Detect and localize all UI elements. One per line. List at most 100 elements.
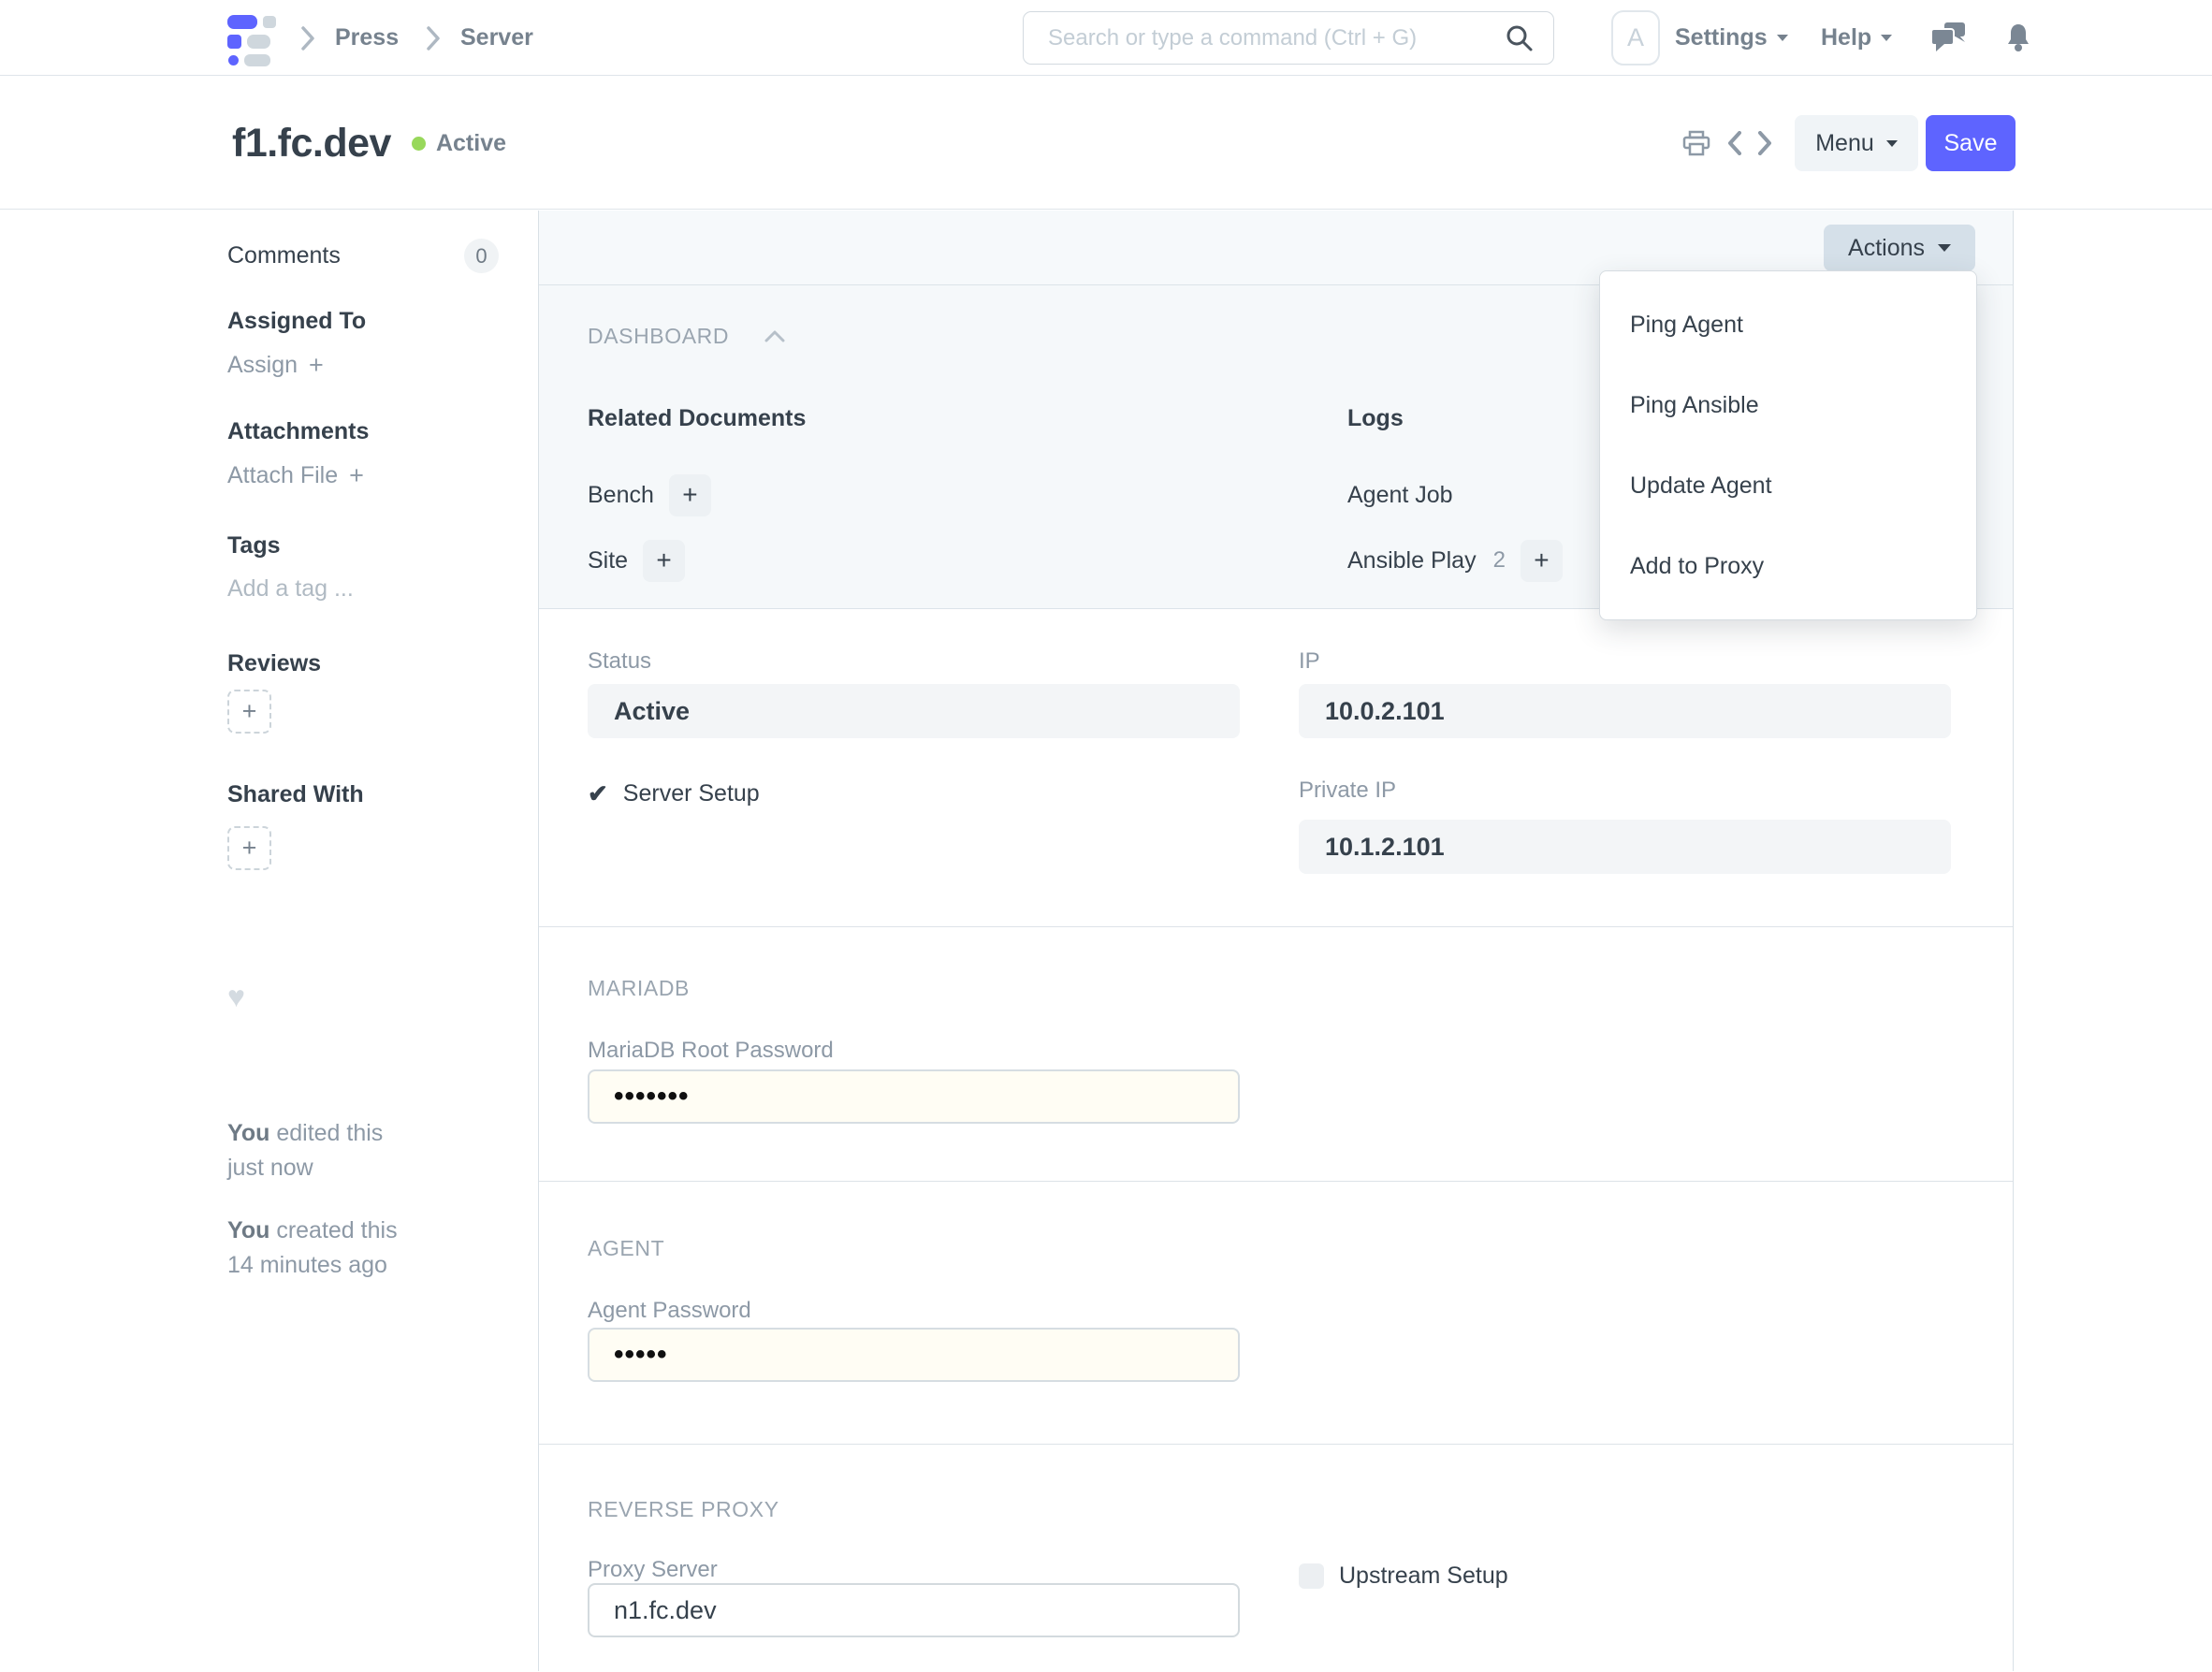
- upstream-setup-label: Upstream Setup: [1339, 1563, 1508, 1590]
- logs-title: Logs: [1347, 405, 1563, 433]
- private-ip-field-label: Private IP: [1299, 778, 1396, 804]
- server-setup-checkbox[interactable]: ✔ Server Setup: [588, 779, 760, 808]
- mariadb-section-heading: MARIADB: [588, 976, 690, 1001]
- collapse-chevron-up-icon[interactable]: [764, 330, 785, 342]
- settings-menu[interactable]: Settings: [1675, 0, 1788, 76]
- plus-icon: +: [682, 480, 697, 510]
- help-label: Help: [1821, 24, 1871, 51]
- edited-meta: You edited this just now: [227, 1116, 383, 1185]
- assign-button[interactable]: Assign +: [227, 351, 324, 380]
- password-mask: •••••••: [614, 1081, 690, 1112]
- menu-item-add-to-proxy[interactable]: Add to Proxy: [1600, 526, 1976, 606]
- actions-dropdown-menu: Ping Agent Ping Ansible Update Agent Add…: [1599, 270, 1977, 620]
- help-menu[interactable]: Help: [1821, 0, 1892, 76]
- password-mask: •••••: [614, 1339, 668, 1371]
- add-ansible-play-button[interactable]: +: [1521, 540, 1563, 582]
- attach-file-button[interactable]: Attach File +: [227, 461, 364, 490]
- created-by: You: [227, 1217, 269, 1243]
- proxy-server-label: Proxy Server: [588, 1557, 718, 1583]
- chevron-down-icon: [1777, 35, 1788, 41]
- tags-heading: Tags: [227, 532, 281, 560]
- search-icon: [1506, 24, 1534, 52]
- log-ansible-play: Ansible Play 2 +: [1347, 531, 1563, 590]
- save-button-label: Save: [1944, 130, 1998, 157]
- status-field-value: Active: [588, 684, 1240, 738]
- checkbox-unchecked-icon: [1299, 1563, 1324, 1589]
- mariadb-root-password-input[interactable]: •••••••: [588, 1069, 1240, 1124]
- chevron-down-icon: [1938, 244, 1951, 252]
- save-button[interactable]: Save: [1926, 115, 2016, 171]
- proxy-server-value: n1.fc.dev: [614, 1596, 717, 1625]
- plus-icon: +: [242, 834, 257, 863]
- actions-button-label: Actions: [1848, 235, 1925, 262]
- like-heart-icon[interactable]: ♥: [227, 980, 245, 1014]
- global-search: [1023, 11, 1554, 65]
- menu-button[interactable]: Menu: [1795, 115, 1918, 171]
- mariadb-root-password-label: MariaDB Root Password: [588, 1038, 834, 1064]
- add-review-button[interactable]: +: [227, 690, 271, 734]
- dashboard-heading: DASHBOARD: [588, 324, 729, 349]
- section-reverse-proxy: REVERSE PROXY Proxy Server n1.fc.dev Ups…: [539, 1445, 2013, 1672]
- agent-job-link[interactable]: Agent Job: [1347, 482, 1453, 509]
- breadcrumb-chevron-icon: [427, 26, 440, 51]
- add-tag-input[interactable]: Add a tag ...: [227, 575, 354, 603]
- user-avatar[interactable]: A: [1611, 10, 1660, 65]
- print-icon[interactable]: [1682, 130, 1710, 156]
- menu-item-ping-agent[interactable]: Ping Agent: [1600, 284, 1976, 365]
- log-agent-job: Agent Job: [1347, 465, 1563, 525]
- page-title: f1.fc.dev: [232, 121, 391, 167]
- top-navbar: Press Server A Settings Help: [0, 0, 2212, 76]
- checkmark-icon: ✔: [588, 779, 608, 808]
- next-document-chevron-right-icon[interactable]: [1758, 131, 1772, 155]
- bench-link[interactable]: Bench: [588, 482, 654, 509]
- breadcrumb-press[interactable]: Press: [335, 0, 399, 76]
- created-meta: You created this 14 minutes ago: [227, 1214, 398, 1283]
- reverse-proxy-section-heading: REVERSE PROXY: [588, 1497, 779, 1522]
- section-status: Status Active ✔ Server Setup IP 10.0.2.1…: [539, 609, 2013, 927]
- breadcrumb-server[interactable]: Server: [460, 0, 533, 76]
- status-indicator-dot: [412, 137, 426, 151]
- server-setup-label: Server Setup: [623, 780, 760, 807]
- plus-icon: +: [309, 351, 324, 380]
- plus-icon: +: [656, 545, 671, 575]
- menu-button-label: Menu: [1815, 130, 1874, 157]
- chat-icon[interactable]: [1931, 0, 1967, 76]
- notifications-bell-icon[interactable]: [2004, 0, 2032, 76]
- frappe-logo[interactable]: [227, 13, 276, 62]
- proxy-server-input[interactable]: n1.fc.dev: [588, 1583, 1240, 1637]
- settings-label: Settings: [1675, 24, 1768, 51]
- menu-item-ping-ansible[interactable]: Ping Ansible: [1600, 365, 1976, 445]
- menu-item-update-agent[interactable]: Update Agent: [1600, 445, 1976, 526]
- add-site-button[interactable]: +: [643, 540, 685, 582]
- created-when: 14 minutes ago: [227, 1252, 387, 1278]
- comments-label: Comments: [227, 242, 341, 269]
- site-link[interactable]: Site: [588, 547, 628, 574]
- section-mariadb: MARIADB MariaDB Root Password •••••••: [539, 927, 2013, 1182]
- private-ip-field-value: 10.1.2.101: [1299, 820, 1951, 874]
- edited-by: You: [227, 1120, 269, 1146]
- assign-label: Assign: [227, 352, 298, 379]
- page-head: f1.fc.dev Active Menu Save: [0, 77, 2212, 210]
- upstream-setup-checkbox[interactable]: Upstream Setup: [1299, 1563, 1508, 1590]
- status-field-label: Status: [588, 648, 651, 675]
- assigned-to-heading: Assigned To: [227, 308, 366, 335]
- attachments-heading: Attachments: [227, 418, 369, 445]
- status-badge: Active: [436, 130, 506, 157]
- search-input[interactable]: [1023, 11, 1554, 65]
- edited-when: just now: [227, 1155, 313, 1181]
- prev-document-chevron-left-icon[interactable]: [1727, 131, 1741, 155]
- chevron-down-icon: [1881, 35, 1892, 41]
- agent-password-input[interactable]: •••••: [588, 1328, 1240, 1382]
- chevron-down-icon: [1886, 140, 1898, 147]
- plus-icon: +: [349, 461, 364, 490]
- add-bench-button[interactable]: +: [669, 474, 711, 516]
- ansible-play-link[interactable]: Ansible Play: [1347, 547, 1477, 574]
- actions-button[interactable]: Actions: [1824, 225, 1975, 271]
- form-sidebar: Comments 0 Assigned To Assign + Attachme…: [0, 211, 539, 1671]
- agent-section-heading: AGENT: [588, 1236, 664, 1261]
- attach-file-label: Attach File: [227, 462, 338, 489]
- ip-field-label: IP: [1299, 648, 1320, 675]
- sidebar-comments[interactable]: Comments 0: [227, 239, 499, 273]
- agent-password-label: Agent Password: [588, 1298, 751, 1324]
- share-button[interactable]: +: [227, 826, 271, 870]
